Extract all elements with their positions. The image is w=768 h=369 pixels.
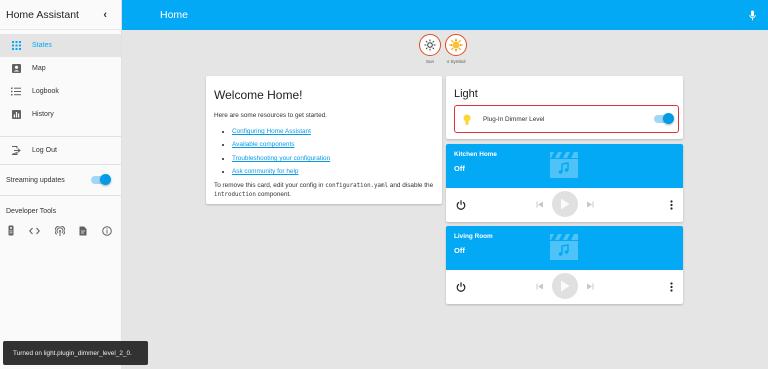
sidebar-header: Home Assistant ‹ [0, 0, 121, 30]
sidebar-divider [0, 136, 121, 137]
info-icon[interactable] [102, 225, 112, 236]
remote-icon[interactable] [8, 225, 14, 236]
playback-controls [536, 273, 594, 299]
media-player-controls [446, 188, 683, 222]
link-configuring[interactable]: Configuring Home Assistant [232, 128, 311, 135]
light-entity-name: Plug-In Dimmer Level [483, 115, 545, 123]
sidebar: Home Assistant ‹ States Map Logbook Hist… [0, 0, 122, 369]
more-vert-icon[interactable] [670, 282, 673, 292]
streaming-updates-toggle[interactable] [91, 174, 111, 185]
account-box-icon [0, 64, 32, 73]
skip-previous-icon[interactable] [536, 201, 544, 208]
light-toggle[interactable] [654, 113, 674, 124]
developer-tools-row [0, 221, 121, 236]
resource-list: Configuring Home Assistant Available com… [214, 125, 434, 179]
developer-tools-title: Developer Tools [6, 208, 57, 215]
badge-label: ır Symbol [446, 59, 466, 64]
media-player-controls [446, 270, 683, 304]
app-title: Home Assistant [6, 8, 79, 21]
media-player-card: Kitchen Home Off [446, 144, 683, 222]
light-entity-row[interactable]: Plug-In Dimmer Level [454, 105, 679, 133]
streaming-updates-label: Streaming updates [6, 176, 65, 184]
streaming-updates-row: Streaming updates [0, 167, 121, 193]
collapse-sidebar-icon[interactable]: ‹ [103, 9, 107, 21]
sidebar-item-logout[interactable]: Log Out [0, 139, 121, 162]
more-vert-icon[interactable] [670, 200, 673, 210]
power-icon[interactable] [456, 282, 466, 292]
list-item: Available components [232, 138, 434, 152]
playback-controls [536, 191, 594, 217]
app-toolbar: Home [122, 0, 768, 30]
sun-outline-icon [419, 34, 441, 56]
media-player-banner: Living Room Off [446, 226, 683, 270]
sidebar-item-label: History [32, 111, 54, 118]
list-item: Ask community for help [232, 165, 434, 179]
config-filename: configuration.yaml [325, 182, 389, 189]
badge-symbol[interactable]: ır Symbol [444, 34, 468, 64]
toast-message: Turned on light.plugin_dimmer_level_2_0. [13, 349, 132, 357]
broadcast-icon[interactable] [54, 225, 65, 236]
sidebar-item-logbook[interactable]: Logbook [0, 80, 121, 103]
badge-sun[interactable]: Sun [418, 34, 442, 64]
template-file-icon[interactable] [79, 226, 87, 236]
link-troubleshooting[interactable]: Troubleshooting your configuration [232, 155, 330, 162]
play-icon[interactable] [552, 273, 578, 299]
sidebar-divider [0, 164, 121, 165]
page-title: Home [160, 9, 189, 21]
link-components[interactable]: Available components [232, 141, 294, 148]
skip-previous-icon[interactable] [536, 283, 544, 290]
skip-next-icon[interactable] [586, 283, 594, 290]
grid-icon [0, 41, 32, 50]
lightbulb-icon[interactable] [459, 114, 475, 125]
logout-icon [0, 146, 32, 155]
welcome-intro: Here are some resources to get started. [214, 112, 327, 119]
code-icon[interactable] [28, 227, 40, 235]
welcome-title: Welcome Home! [214, 88, 303, 102]
sidebar-item-states[interactable]: States [0, 34, 121, 57]
sidebar-item-label: Map [32, 65, 46, 72]
welcome-card: Welcome Home! Here are some resources to… [206, 76, 442, 204]
sidebar-item-label: Log Out [32, 147, 57, 154]
sidebar-item-label: Logbook [32, 88, 59, 95]
chart-icon [0, 110, 32, 119]
list-item: Troubleshooting your configuration [232, 152, 434, 166]
skip-next-icon[interactable] [586, 201, 594, 208]
light-card-title: Light [454, 88, 478, 100]
microphone-icon[interactable] [749, 10, 756, 21]
welcome-footer: To remove this card, edit your config in… [214, 181, 434, 198]
toast-notification: Turned on light.plugin_dimmer_level_2_0. [3, 341, 148, 365]
media-player-card: Living Room Off [446, 226, 683, 304]
light-card: Light Plug-In Dimmer Level [446, 76, 683, 139]
badge-label: Sun [425, 59, 434, 64]
power-icon[interactable] [456, 200, 466, 210]
list-icon [0, 87, 32, 96]
link-community[interactable]: Ask community for help [232, 168, 298, 175]
movie-clapper-icon [550, 152, 578, 183]
movie-clapper-icon [550, 234, 578, 265]
media-player-banner: Kitchen Home Off [446, 144, 683, 188]
sidebar-item-map[interactable]: Map [0, 57, 121, 80]
sun-filled-icon [445, 34, 467, 56]
component-name: introduction [214, 191, 256, 198]
play-icon[interactable] [552, 191, 578, 217]
list-item: Configuring Home Assistant [232, 125, 434, 139]
sidebar-item-history[interactable]: History [0, 103, 121, 126]
sidebar-item-label: States [32, 42, 52, 49]
sidebar-divider [0, 195, 121, 196]
